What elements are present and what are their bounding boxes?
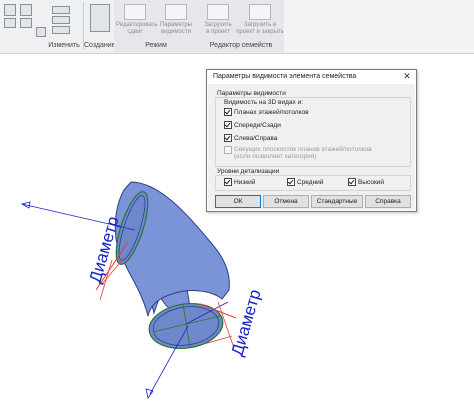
dialog-titlebar[interactable]: Параметры видимости элемента семейства ✕ <box>207 70 416 84</box>
checkbox-detail-low-box[interactable] <box>224 178 232 187</box>
checkbox-section-cut: Секущих плоскостях планов этажей/потолко… <box>224 146 372 164</box>
path-arrow-bottom <box>145 388 154 399</box>
checkbox-detail-high-label: Высокий <box>358 179 385 186</box>
visibility-group-title: Параметры видимости <box>217 90 286 97</box>
detail-group-title: Уровни детализации <box>217 168 280 175</box>
load-into-project-label-2: в проект <box>206 29 230 35</box>
load-and-close-label-1: Загрузить в <box>243 22 277 28</box>
family-editor-panel: Загрузить в проект Загрузить в проект и … <box>198 0 284 52</box>
section-cut-label-1: Секущих плоскостях планов этажей/потолко… <box>234 146 372 153</box>
rotate-tool-icon[interactable] <box>52 26 70 34</box>
load-and-close-icon <box>249 4 271 20</box>
checkbox-plans-label: Планах этажей/потолков <box>234 109 309 116</box>
dialog-title: Параметры видимости элемента семейства <box>213 73 357 80</box>
visible-3d-label: Видимость на 3D видах и: <box>224 99 304 106</box>
delete-tool-icon[interactable] <box>36 27 46 37</box>
edit-sweep-label-2: сдвиг <box>127 29 143 35</box>
checkbox-section-cut-box <box>224 146 232 154</box>
panel-label-modify: Изменить <box>48 42 80 49</box>
checkbox-detail-medium-label: Средний <box>297 179 324 186</box>
checkbox-detail-medium-box[interactable] <box>287 178 295 187</box>
copy-tool-icon[interactable] <box>52 16 70 24</box>
ribbon: Изменить Создание Редактировать сдвиг Па… <box>0 0 474 54</box>
checkbox-detail-high[interactable]: Высокий <box>348 178 384 187</box>
cancel-button[interactable]: Отмена <box>263 195 309 208</box>
visibility-settings-button[interactable]: Параметры видимости <box>157 2 195 40</box>
checkbox-detail-medium[interactable]: Средний <box>287 178 323 187</box>
create-tool-icon[interactable] <box>90 4 110 32</box>
dialog-body: Параметры видимости Видимость на 3D вида… <box>208 84 415 210</box>
checkbox-left-right-label: Слева/Справа <box>234 135 278 142</box>
checkbox-plans-box[interactable] <box>224 108 232 117</box>
offset-tool-icon[interactable] <box>4 18 16 28</box>
checkbox-detail-high-box[interactable] <box>348 178 356 187</box>
edit-sweep-button[interactable]: Редактировать сдвиг <box>116 2 158 40</box>
visibility-settings-label-2: видимости <box>161 29 191 35</box>
panel-label-family-editor: Редактор семейств <box>209 42 273 49</box>
checkbox-front-back[interactable]: Спереди/Сзади <box>224 121 281 130</box>
close-icon[interactable]: ✕ <box>402 71 412 82</box>
checkbox-detail-low-label: Низкий <box>234 179 256 186</box>
ok-button[interactable]: ОК <box>215 195 261 208</box>
load-into-project-button[interactable]: Загрузить в проект <box>200 2 236 40</box>
checkbox-left-right-box[interactable] <box>224 134 232 143</box>
checkbox-front-back-label: Спереди/Сзади <box>234 122 281 129</box>
load-and-close-label-2: проект и закрыть <box>236 29 284 35</box>
checkbox-plans[interactable]: Планах этажей/потолков <box>224 108 309 117</box>
visibility-settings-icon <box>165 4 187 20</box>
checkbox-front-back-box[interactable] <box>224 121 232 130</box>
defaults-button[interactable]: Стандартные <box>311 195 363 208</box>
edit-sweep-icon <box>124 4 146 20</box>
visibility-settings-label-1: Параметры <box>160 22 192 28</box>
mirror-tool-icon[interactable] <box>20 4 32 16</box>
edit-sweep-label-1: Редактировать <box>116 22 158 28</box>
align-tool-icon[interactable] <box>4 4 16 16</box>
ribbon-empty-area <box>284 0 474 52</box>
trim-tool-icon[interactable] <box>20 18 32 28</box>
dimension-label-diameter-2[interactable]: Диаметр <box>228 287 265 358</box>
panel-label-create: Создание <box>84 42 116 49</box>
load-into-project-label-1: Загрузить <box>204 22 232 28</box>
load-and-close-button[interactable]: Загрузить в проект и закрыть <box>236 2 284 40</box>
help-button[interactable]: Справка <box>365 195 411 208</box>
mode-panel: Редактировать сдвиг Параметры видимости … <box>114 0 198 52</box>
checkbox-detail-low[interactable]: Низкий <box>224 178 255 187</box>
visibility-settings-dialog: Параметры видимости элемента семейства ✕… <box>206 69 417 212</box>
section-cut-label-2: (если позволяет категория) <box>234 153 317 160</box>
panel-label-mode: Режим <box>145 42 167 49</box>
checkbox-left-right[interactable]: Слева/Справа <box>224 134 277 143</box>
load-into-project-icon <box>207 4 229 20</box>
move-tool-icon[interactable] <box>52 6 70 14</box>
